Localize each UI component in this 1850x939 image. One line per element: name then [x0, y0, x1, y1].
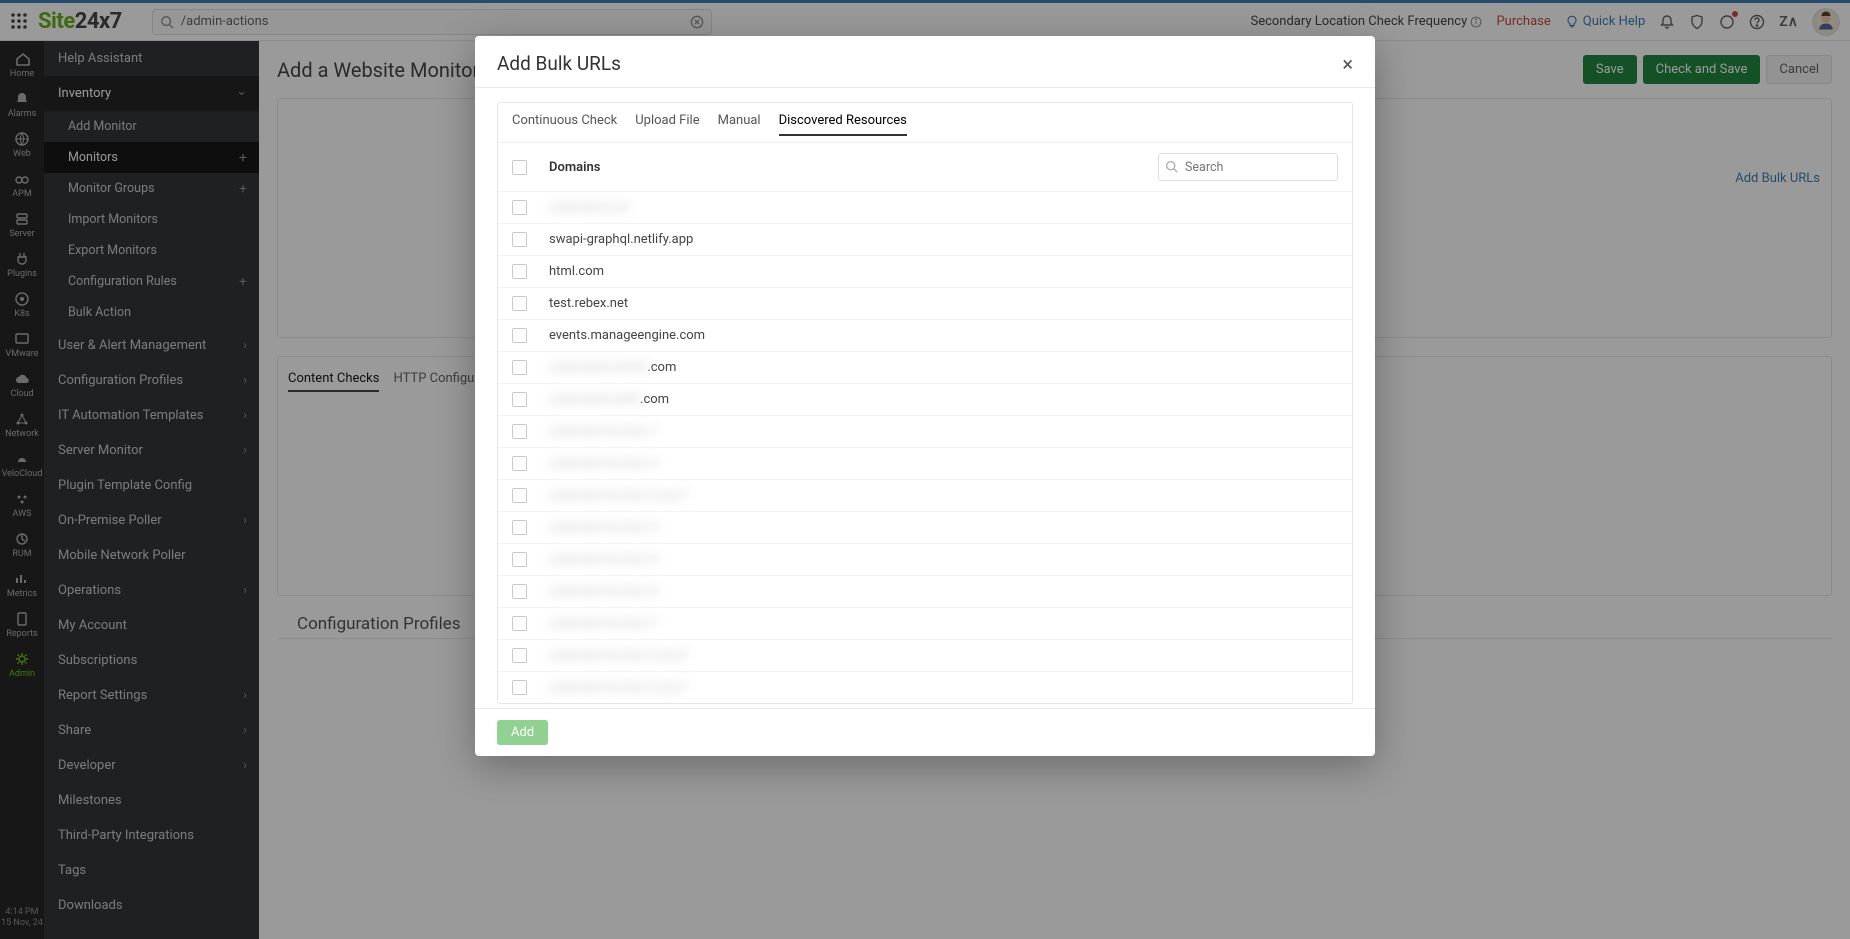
modal-tab-discovered-resources[interactable]: Discovered Resources [779, 111, 907, 136]
domain-checkbox[interactable] [512, 616, 527, 631]
domain-name: swapi-graphql.netlify.app [549, 232, 693, 247]
domain-row[interactable]: html.com [498, 255, 1352, 287]
domain-checkbox[interactable] [512, 296, 527, 311]
modal-header: Add Bulk URLs × [475, 36, 1375, 87]
domain-row[interactable]: redactedhost999.com [498, 351, 1352, 383]
domain-row[interactable]: swapi-graphql.netlify.app [498, 223, 1352, 255]
domain-checkbox[interactable] [512, 264, 527, 279]
domain-row[interactable]: redacted-domain-5 [498, 543, 1352, 575]
domain-name: redacted-domain-long-9 [549, 680, 687, 695]
domain-row[interactable]: redacted-domain-long-9 [498, 671, 1352, 703]
domains-column-label: Domains [549, 160, 600, 175]
modal-footer: Add [475, 708, 1375, 756]
modal-tab-upload-file[interactable]: Upload File [635, 111, 699, 136]
domain-row[interactable]: redacted-domain-1 [498, 415, 1352, 447]
domain-list: redacted-host swapi-graphql.netlify.app ht… [498, 191, 1352, 703]
domain-name: html.com [549, 264, 604, 279]
domain-row[interactable]: test.rebex.net [498, 287, 1352, 319]
modal-inner-panel: Continuous Check Upload File Manual Discove… [497, 102, 1353, 704]
domain-checkbox[interactable] [512, 488, 527, 503]
domain-row[interactable]: redactedhost88.com [498, 383, 1352, 415]
modal-title: Add Bulk URLs [497, 52, 621, 75]
domain-checkbox[interactable] [512, 424, 527, 439]
domain-checkbox[interactable] [512, 200, 527, 215]
modal-body: Continuous Check Upload File Manual Discove… [475, 87, 1375, 708]
modal-tab-manual[interactable]: Manual [718, 111, 761, 136]
domain-checkbox[interactable] [512, 456, 527, 471]
domain-name: redactedhost88.com [549, 392, 669, 407]
domain-name: redacted-domain-1 [549, 424, 658, 439]
domain-checkbox[interactable] [512, 584, 527, 599]
domain-checkbox[interactable] [512, 680, 527, 695]
domain-row[interactable]: redacted-domain-long-8 [498, 639, 1352, 671]
domain-row[interactable]: redacted-domain-6 [498, 575, 1352, 607]
modal-tab-continuous-check[interactable]: Continuous Check [512, 111, 617, 136]
domain-name: redacted-domain-5 [549, 552, 658, 567]
modal-tabs: Continuous Check Upload File Manual Discove… [498, 109, 1352, 143]
domains-header: Domains [498, 143, 1352, 191]
add-bulk-urls-modal: Add Bulk URLs × Continuous Check Upload F… [475, 36, 1375, 756]
modal-overlay[interactable]: Add Bulk URLs × Continuous Check Upload F… [0, 0, 1850, 939]
domain-row[interactable]: redacted-domain-7 [498, 607, 1352, 639]
domain-row[interactable]: redacted-domain-2 [498, 447, 1352, 479]
domain-name: redacted-domain-2 [549, 456, 658, 471]
domain-name: redactedhost999.com [549, 360, 676, 375]
domain-name: redacted-domain-4 [549, 520, 658, 535]
domain-checkbox[interactable] [512, 552, 527, 567]
domain-checkbox[interactable] [512, 648, 527, 663]
select-all-checkbox[interactable] [512, 160, 527, 175]
domain-checkbox[interactable] [512, 232, 527, 247]
close-icon[interactable]: × [1342, 54, 1353, 74]
search-icon [1165, 160, 1178, 173]
domain-search-input[interactable] [1158, 153, 1338, 181]
domain-row[interactable]: redacted-domain-4 [498, 511, 1352, 543]
domain-checkbox[interactable] [512, 328, 527, 343]
add-button[interactable]: Add [497, 720, 548, 745]
domain-checkbox[interactable] [512, 392, 527, 407]
domain-row[interactable]: events.manageengine.com [498, 319, 1352, 351]
domain-row[interactable]: redacted-domain-long-3 [498, 479, 1352, 511]
domain-checkbox[interactable] [512, 520, 527, 535]
domain-name: events.manageengine.com [549, 328, 705, 343]
domain-name: redacted-domain-6 [549, 584, 658, 599]
domain-search [1158, 153, 1338, 181]
domain-name: redacted-domain-long-3 [549, 488, 687, 503]
domain-name: redacted-host [549, 200, 629, 215]
domain-checkbox[interactable] [512, 360, 527, 375]
domain-name: test.rebex.net [549, 296, 628, 311]
domain-row[interactable]: redacted-host [498, 191, 1352, 223]
domain-name: redacted-domain-long-8 [549, 648, 687, 663]
domain-name: redacted-domain-7 [549, 616, 658, 631]
